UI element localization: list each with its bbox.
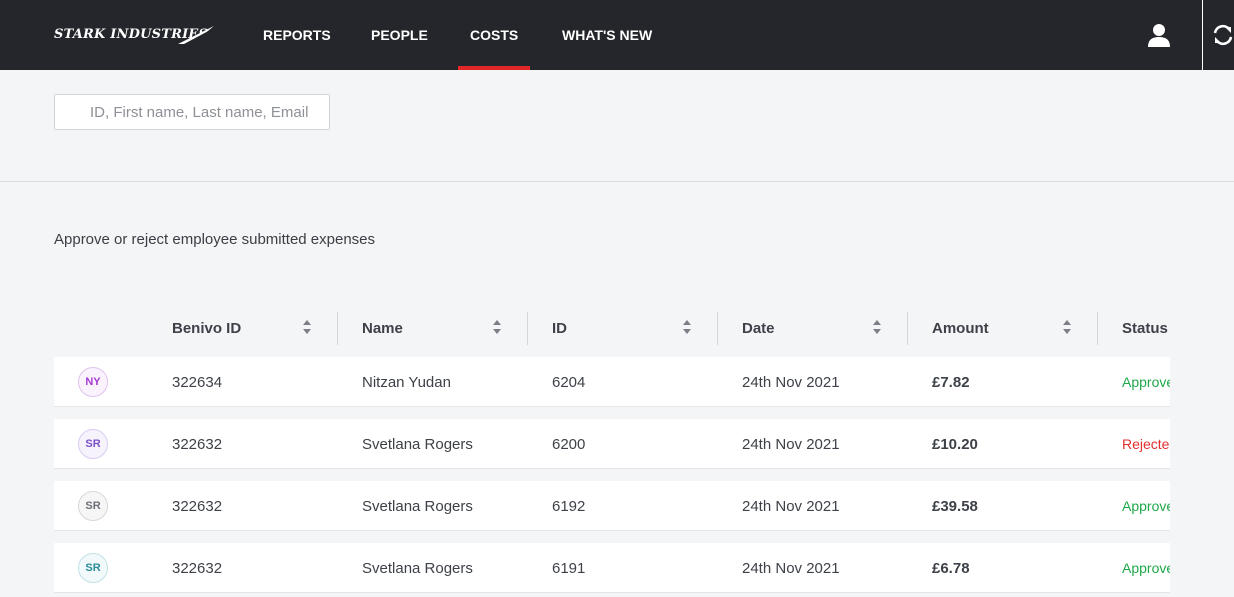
table-row[interactable]: NY 322634 Nitzan Yudan 6204 24th Nov 202… <box>54 357 1170 407</box>
top-navbar: STARK INDUSTRIES REPORTS PEOPLE COSTS WH… <box>0 0 1234 70</box>
column-header-amount[interactable]: Amount <box>932 312 989 345</box>
id-cell: 6200 <box>552 435 586 453</box>
sort-icon[interactable] <box>872 318 882 336</box>
column-header-id[interactable]: ID <box>552 312 567 345</box>
sort-icon[interactable] <box>302 318 312 336</box>
column-header-benivo-id[interactable]: Benivo ID <box>172 312 241 345</box>
status-badge: Approve <box>1122 498 1170 514</box>
column-separator <box>907 312 908 345</box>
search-input[interactable] <box>54 94 330 130</box>
nav-costs[interactable]: COSTS <box>457 0 531 70</box>
table-row[interactable]: SR 322632 Svetlana Rogers 6191 24th Nov … <box>54 543 1170 593</box>
name-cell: Svetlana Rogers <box>362 435 473 453</box>
name-cell: Svetlana Rogers <box>362 559 473 577</box>
brand-logo[interactable]: STARK INDUSTRIES <box>54 24 216 48</box>
id-cell: 6191 <box>552 559 586 577</box>
amount-cell: £7.82 <box>932 373 970 391</box>
table-row[interactable]: SR 322632 Svetlana Rogers 6200 24th Nov … <box>54 419 1170 469</box>
column-header-name[interactable]: Name <box>362 312 403 345</box>
header-divider <box>1202 0 1203 70</box>
avatar: SR <box>78 429 108 459</box>
date-cell: 24th Nov 2021 <box>742 559 840 577</box>
status-badge: Approve <box>1122 374 1170 390</box>
logo-swoosh-icon <box>178 26 214 44</box>
refresh-icon[interactable] <box>1212 24 1234 46</box>
amount-cell: £6.78 <box>932 559 970 577</box>
sort-icon[interactable] <box>492 318 502 336</box>
avatar: SR <box>78 553 108 583</box>
nav-people[interactable]: PEOPLE <box>371 0 428 70</box>
name-cell: Nitzan Yudan <box>362 373 451 391</box>
expenses-table: NY 322634 Nitzan Yudan 6204 24th Nov 202… <box>54 357 1170 597</box>
benivo-id-cell: 322632 <box>172 435 223 453</box>
id-cell: 6204 <box>552 373 586 391</box>
amount-cell: £39.58 <box>932 497 978 515</box>
column-separator <box>717 312 718 345</box>
name-cell: Svetlana Rogers <box>362 497 473 515</box>
section-divider <box>0 181 1234 182</box>
column-separator <box>1097 312 1098 345</box>
column-separator <box>527 312 528 345</box>
column-header-date[interactable]: Date <box>742 312 775 345</box>
sort-icon[interactable] <box>1062 318 1072 336</box>
table-row[interactable]: SR 322632 Svetlana Rogers 6192 24th Nov … <box>54 481 1170 531</box>
benivo-id-cell: 322634 <box>172 373 223 391</box>
date-cell: 24th Nov 2021 <box>742 373 840 391</box>
nav-whats-new[interactable]: WHAT'S NEW <box>562 0 652 70</box>
id-cell: 6192 <box>552 497 586 515</box>
avatar: NY <box>78 367 108 397</box>
date-cell: 24th Nov 2021 <box>742 497 840 515</box>
nav-reports[interactable]: REPORTS <box>263 0 331 70</box>
status-badge: Approve <box>1122 560 1170 576</box>
benivo-id-cell: 322632 <box>172 559 223 577</box>
sort-icon[interactable] <box>682 318 692 336</box>
page-subtitle: Approve or reject employee submitted exp… <box>54 231 376 248</box>
status-badge: Rejecte <box>1122 436 1170 452</box>
user-icon[interactable] <box>1146 22 1172 48</box>
benivo-id-cell: 322632 <box>172 497 223 515</box>
amount-cell: £10.20 <box>932 435 978 453</box>
date-cell: 24th Nov 2021 <box>742 435 840 453</box>
column-separator <box>337 312 338 345</box>
avatar: SR <box>78 491 108 521</box>
column-header-status[interactable]: Status <box>1122 312 1168 345</box>
